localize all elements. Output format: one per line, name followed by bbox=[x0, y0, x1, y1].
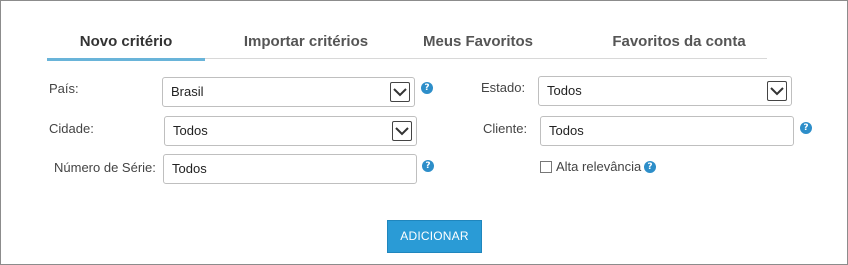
tab-favoritos-da-conta[interactable]: Favoritos da conta bbox=[599, 27, 759, 58]
cidade-select[interactable]: Todos bbox=[164, 116, 417, 146]
numero-serie-input-value: Todos bbox=[172, 161, 207, 176]
numero-serie-label: Número de Série: bbox=[54, 160, 156, 175]
cliente-help-icon[interactable]: ? bbox=[800, 122, 812, 134]
criteria-panel: Novo critério Importar critérios Meus Fa… bbox=[0, 0, 848, 265]
estado-select[interactable]: Todos bbox=[538, 76, 792, 106]
estado-label: Estado: bbox=[481, 80, 526, 95]
pais-help-icon[interactable]: ? bbox=[421, 82, 433, 94]
pais-select-value: Brasil bbox=[171, 84, 204, 99]
pais-select[interactable]: Brasil bbox=[162, 77, 415, 107]
alta-relevancia-checkbox[interactable] bbox=[540, 161, 552, 173]
chevron-down-icon bbox=[390, 82, 410, 102]
pais-label: País: bbox=[49, 81, 79, 96]
cliente-input[interactable]: Todos bbox=[540, 116, 794, 146]
chevron-down-icon bbox=[392, 121, 412, 141]
numero-serie-help-icon[interactable]: ? bbox=[422, 160, 434, 172]
cidade-label: Cidade: bbox=[49, 121, 94, 136]
adicionar-button[interactable]: ADICIONAR bbox=[387, 220, 482, 253]
tab-novo-criterio[interactable]: Novo critério bbox=[47, 27, 205, 61]
tab-importar-criterios[interactable]: Importar critérios bbox=[223, 27, 389, 58]
cidade-select-value: Todos bbox=[173, 123, 208, 138]
cliente-label: Cliente: bbox=[483, 121, 528, 136]
estado-select-value: Todos bbox=[547, 83, 582, 98]
chevron-down-icon bbox=[767, 81, 787, 101]
tab-meus-favoritos[interactable]: Meus Favoritos bbox=[415, 27, 541, 58]
numero-serie-input[interactable]: Todos bbox=[163, 154, 417, 184]
cliente-input-value: Todos bbox=[549, 123, 584, 138]
tab-bar: Novo critério Importar critérios Meus Fa… bbox=[47, 27, 767, 61]
alta-relevancia-help-icon[interactable]: ? bbox=[644, 161, 656, 173]
alta-relevancia-label: Alta relevância bbox=[556, 159, 642, 174]
